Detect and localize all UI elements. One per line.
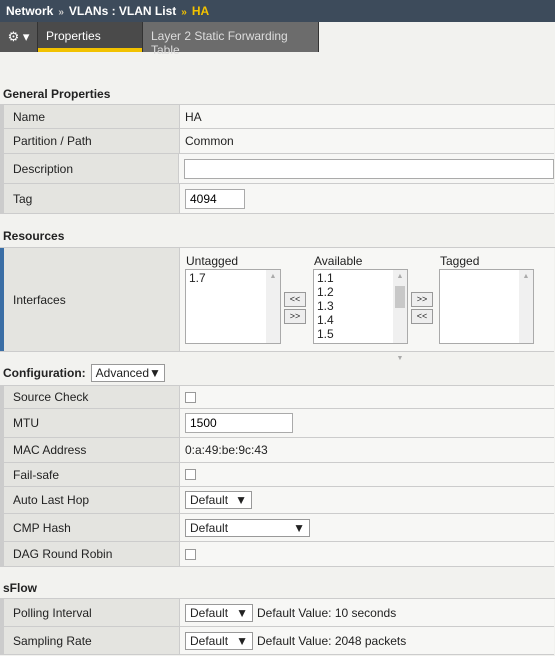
tag-label: Tag bbox=[0, 184, 180, 213]
list-item[interactable]: 1.3 bbox=[317, 299, 404, 313]
scrollbar[interactable]: ▲▼ bbox=[519, 270, 533, 392]
dag-round-robin-label: DAG Round Robin bbox=[0, 542, 180, 566]
general-properties-heading: General Properties bbox=[0, 87, 555, 105]
cmp-hash-select[interactable]: Default ▼ bbox=[185, 518, 310, 537]
fail-safe-label: Fail-safe bbox=[0, 463, 180, 486]
source-check-label: Source Check bbox=[0, 386, 180, 408]
available-list[interactable]: 1.1 1.2 1.3 1.4 1.5 ▲ ▼ bbox=[313, 269, 408, 362]
mtu-label: MTU bbox=[0, 409, 180, 437]
breadcrumb-separator: » bbox=[181, 7, 187, 18]
polling-interval-label: Polling Interval bbox=[0, 599, 180, 626]
move-from-tagged-button[interactable]: << bbox=[411, 309, 433, 324]
mac-address-value: 0:a:49:be:9c:43 bbox=[180, 438, 554, 462]
move-from-untagged-button[interactable]: >> bbox=[284, 309, 306, 324]
tab-l2-forwarding[interactable]: Layer 2 Static Forwarding Table bbox=[143, 22, 319, 57]
auto-last-hop-label: Auto Last Hop bbox=[0, 487, 180, 513]
list-item[interactable]: 1.7 bbox=[189, 271, 277, 285]
list-item[interactable]: 1.2 bbox=[317, 285, 404, 299]
scrollbar[interactable]: ▲▼ bbox=[393, 270, 407, 362]
gear-icon[interactable]: ⚙ ▾ bbox=[0, 22, 38, 52]
move-to-untagged-button[interactable]: << bbox=[284, 292, 306, 307]
breadcrumb-separator: » bbox=[58, 7, 64, 18]
untagged-label: Untagged bbox=[186, 254, 239, 268]
available-label: Available bbox=[314, 254, 363, 268]
tab-properties[interactable]: Properties bbox=[38, 22, 143, 52]
sflow-heading: sFlow bbox=[0, 581, 555, 599]
list-item[interactable]: 1.5 bbox=[317, 327, 404, 341]
dag-round-robin-checkbox[interactable] bbox=[185, 548, 196, 560]
resources-heading: Resources bbox=[0, 229, 555, 248]
untagged-list[interactable]: 1.7▲▼ bbox=[185, 269, 281, 392]
breadcrumb-vlan-list[interactable]: VLANs : VLAN List bbox=[69, 4, 176, 18]
mtu-input[interactable] bbox=[185, 413, 293, 433]
configuration-mode-select[interactable]: Advanced ▼ bbox=[90, 363, 165, 382]
breadcrumb-current: HA bbox=[191, 4, 210, 18]
polling-interval-select[interactable]: Default ▼ bbox=[185, 603, 253, 622]
polling-default-note: Default Value: 10 seconds bbox=[257, 605, 397, 620]
configuration-heading: Configuration: Advanced ▼ bbox=[0, 360, 555, 385]
tab-bar: ⚙ ▾ Properties Layer 2 Static Forwarding… bbox=[0, 22, 555, 57]
mac-address-label: MAC Address bbox=[0, 438, 180, 462]
name-label: Name bbox=[0, 105, 180, 128]
partition-value: Common bbox=[180, 129, 554, 153]
sampling-rate-label: Sampling Rate bbox=[0, 627, 180, 654]
tag-input[interactable] bbox=[185, 188, 245, 209]
sampling-default-note: Default Value: 2048 packets bbox=[257, 633, 407, 648]
list-item[interactable]: 1.1 bbox=[317, 271, 404, 285]
fail-safe-checkbox[interactable] bbox=[185, 469, 196, 480]
configuration-label: Configuration: bbox=[3, 365, 86, 380]
move-to-tagged-button[interactable]: >> bbox=[411, 292, 433, 307]
breadcrumb: Network » VLANs : VLAN List » HA bbox=[0, 0, 555, 22]
cmp-hash-label: CMP Hash bbox=[0, 514, 180, 541]
name-value: HA bbox=[180, 105, 554, 128]
breadcrumb-network[interactable]: Network bbox=[6, 4, 53, 18]
list-item[interactable]: 1.4 bbox=[317, 313, 404, 327]
partition-label: Partition / Path bbox=[0, 129, 180, 153]
scrollbar[interactable]: ▲▼ bbox=[266, 270, 280, 392]
description-input[interactable] bbox=[184, 158, 554, 179]
description-label: Description bbox=[0, 154, 179, 183]
interfaces-label: Interfaces bbox=[0, 248, 180, 351]
tagged-list[interactable]: ▲▼ bbox=[439, 269, 534, 392]
auto-last-hop-select[interactable]: Default ▼ bbox=[185, 491, 252, 509]
source-check-checkbox[interactable] bbox=[185, 391, 196, 403]
tagged-label: Tagged bbox=[440, 254, 480, 268]
sampling-rate-select[interactable]: Default ▼ bbox=[185, 631, 253, 650]
